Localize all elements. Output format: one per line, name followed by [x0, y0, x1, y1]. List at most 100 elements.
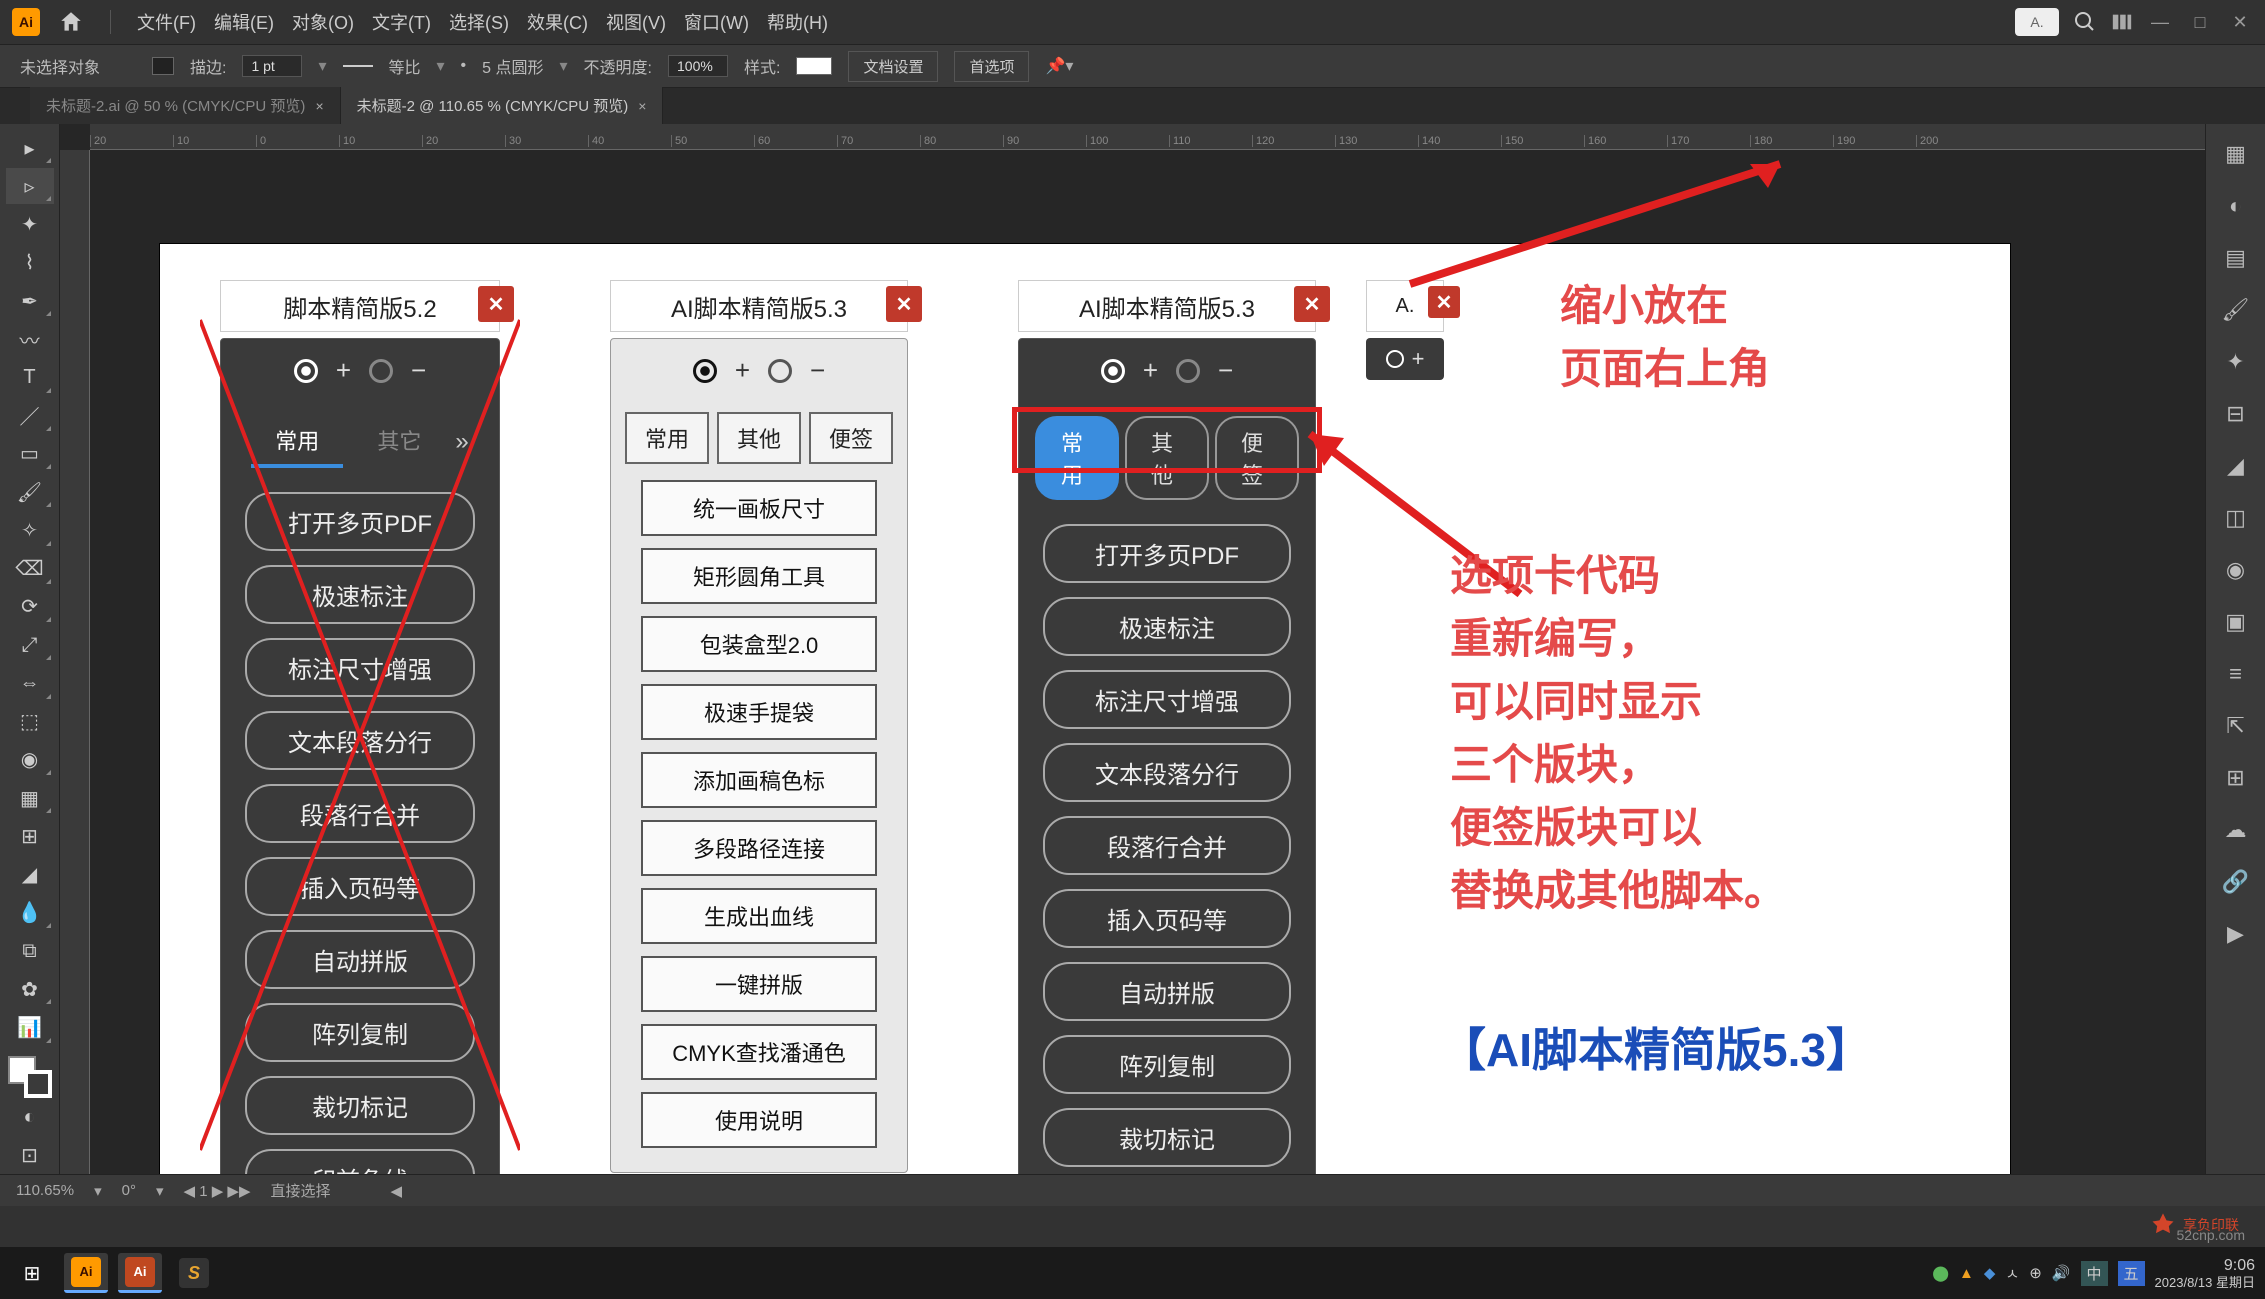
doc-setup-button[interactable]: 文档设置	[848, 51, 938, 82]
width-tool[interactable]: ⇔	[6, 665, 54, 701]
radio-icon[interactable]	[1386, 350, 1404, 368]
menu-select[interactable]: 选择(S)	[449, 9, 509, 35]
maximize-button[interactable]: □	[2187, 9, 2213, 35]
doc-tab-1[interactable]: 未标题-2.ai @ 50 % (CMYK/CPU 预览)×	[30, 87, 341, 124]
script-button[interactable]: 段落行合并	[1043, 816, 1291, 875]
tab-close-icon[interactable]: ×	[315, 98, 323, 114]
eyedropper-tool[interactable]: 💧	[6, 895, 54, 931]
tray-icon[interactable]: ◆	[1984, 1264, 1996, 1282]
appearance-icon[interactable]: ◉	[2216, 550, 2256, 590]
curvature-tool[interactable]: 〰	[6, 321, 54, 357]
tab-notes[interactable]: 便签	[809, 412, 893, 464]
panel-53light-close-button[interactable]: ✕	[886, 286, 922, 322]
paintbrush-tool[interactable]: 🖌	[6, 474, 54, 510]
radio-off-icon[interactable]	[1176, 359, 1200, 383]
script-button[interactable]: 统一画板尺寸	[641, 480, 877, 536]
screen-mode-icon[interactable]: ⊡	[6, 1138, 54, 1174]
script-button[interactable]: 自动拼版	[245, 930, 475, 989]
script-button[interactable]: CMYK查找潘通色	[641, 1024, 877, 1080]
doc-tab-2[interactable]: 未标题-2 @ 110.65 % (CMYK/CPU 预览)×	[341, 87, 664, 124]
tab-common[interactable]: 常用	[625, 412, 709, 464]
script-button[interactable]: 印前角线	[245, 1149, 475, 1174]
script-button[interactable]: 极速标注	[1043, 597, 1291, 656]
radio-off-icon[interactable]	[768, 359, 792, 383]
color-icon[interactable]: ◐	[2216, 186, 2256, 226]
search-field[interactable]: A.	[2015, 8, 2059, 36]
minimize-button[interactable]: —	[2147, 9, 2173, 35]
tab-other[interactable]: 其他	[717, 412, 801, 464]
script-button[interactable]: 矩形圆角工具	[641, 548, 877, 604]
script-button[interactable]: 打开多页PDF	[245, 492, 475, 551]
links-icon[interactable]: 🔗	[2216, 862, 2256, 902]
script-button[interactable]: 标注尺寸增强	[1043, 670, 1291, 729]
gradient-icon[interactable]: ◢	[2216, 446, 2256, 486]
tray-network-icon[interactable]: ⊕	[2029, 1264, 2042, 1282]
menu-file[interactable]: 文件(F)	[137, 9, 196, 35]
script-button[interactable]: 极速标注	[245, 565, 475, 624]
radio-on-icon[interactable]	[693, 359, 717, 383]
style-swatch[interactable]	[796, 57, 832, 75]
mini-close-button[interactable]: ✕	[1428, 286, 1460, 318]
menu-effect[interactable]: 效果(C)	[527, 9, 588, 35]
tray-icon[interactable]: ⬤	[1932, 1264, 1949, 1282]
menu-edit[interactable]: 编辑(E)	[214, 9, 274, 35]
symbols-icon[interactable]: ✦	[2216, 342, 2256, 382]
tray-icon[interactable]: ▲	[1959, 1265, 1974, 1282]
script-button[interactable]: 裁切标记	[245, 1076, 475, 1135]
type-tool[interactable]: T	[6, 359, 54, 395]
graphic-styles-icon[interactable]: ▣	[2216, 602, 2256, 642]
menu-view[interactable]: 视图(V)	[606, 9, 666, 35]
script-button[interactable]: 使用说明	[641, 1092, 877, 1148]
uniform-label[interactable]: 等比	[389, 54, 421, 78]
panel-52-close-button[interactable]: ✕	[478, 286, 514, 322]
script-button[interactable]: 极速手提袋	[641, 684, 877, 740]
selection-tool[interactable]: ▸	[6, 130, 54, 166]
menu-type[interactable]: 文字(T)	[372, 9, 431, 35]
script-button[interactable]: 自动拼版	[1043, 962, 1291, 1021]
arrange-icon[interactable]	[2111, 11, 2133, 33]
play-icon[interactable]: ▶	[2216, 914, 2256, 954]
graph-tool[interactable]: 📊	[6, 1009, 54, 1045]
line-tool[interactable]: ／	[6, 398, 54, 434]
script-button[interactable]: 阵列复制	[1043, 1035, 1291, 1094]
script-button[interactable]: 一键拼版	[641, 956, 877, 1012]
stroke-weight-input[interactable]	[242, 55, 302, 77]
prefs-button[interactable]: 首选项	[954, 51, 1029, 82]
symbol-sprayer-tool[interactable]: ✿	[6, 971, 54, 1007]
script-button[interactable]: 添加画稿色标	[641, 752, 877, 808]
script-button[interactable]: 裁切标记	[1043, 1108, 1291, 1167]
taskbar-app-icon[interactable]: S	[172, 1253, 216, 1293]
free-transform-tool[interactable]: ⬚	[6, 704, 54, 740]
canvas[interactable]: 2010010203040506070809010011012013014015…	[60, 124, 2205, 1174]
color-mode-icon[interactable]: ◐	[6, 1100, 54, 1136]
fill-swatch[interactable]	[152, 57, 174, 75]
scale-tool[interactable]: ⤢	[6, 627, 54, 663]
radio-on-icon[interactable]	[294, 359, 318, 383]
magic-wand-tool[interactable]: ✦	[6, 206, 54, 242]
script-button[interactable]: 文本段落分行	[1043, 743, 1291, 802]
taskbar-ai-icon[interactable]: Ai	[64, 1253, 108, 1293]
blend-tool[interactable]: ⧉	[6, 933, 54, 969]
menu-object[interactable]: 对象(O)	[292, 9, 354, 35]
fill-stroke-control[interactable]	[8, 1056, 52, 1098]
properties-icon[interactable]: ▦	[2216, 134, 2256, 174]
mesh-tool[interactable]: ⊞	[6, 818, 54, 854]
menu-help[interactable]: 帮助(H)	[767, 9, 828, 35]
stroke-icon[interactable]: ⊟	[2216, 394, 2256, 434]
artboards-icon[interactable]: ⊞	[2216, 758, 2256, 798]
tray-ime-badge[interactable]: 中	[2081, 1261, 2108, 1286]
layers-icon[interactable]: ≡	[2216, 654, 2256, 694]
rectangle-tool[interactable]: ▭	[6, 436, 54, 472]
taskbar-ai-icon-2[interactable]: Ai	[118, 1253, 162, 1293]
script-button[interactable]: 插入页码等	[1043, 889, 1291, 948]
tab-close-icon[interactable]: ×	[638, 98, 646, 114]
script-button[interactable]: 多段路径连接	[641, 820, 877, 876]
gradient-tool[interactable]: ◢	[6, 856, 54, 892]
pen-tool[interactable]: ✒	[6, 283, 54, 319]
tab-common[interactable]: 常用	[251, 416, 343, 468]
close-button[interactable]: ✕	[2227, 9, 2253, 35]
eraser-tool[interactable]: ⌫	[6, 551, 54, 587]
script-button[interactable]: 插入页码等	[245, 857, 475, 916]
start-button[interactable]: ⊞	[10, 1253, 54, 1293]
tray-volume-icon[interactable]: 🔊	[2052, 1264, 2071, 1282]
